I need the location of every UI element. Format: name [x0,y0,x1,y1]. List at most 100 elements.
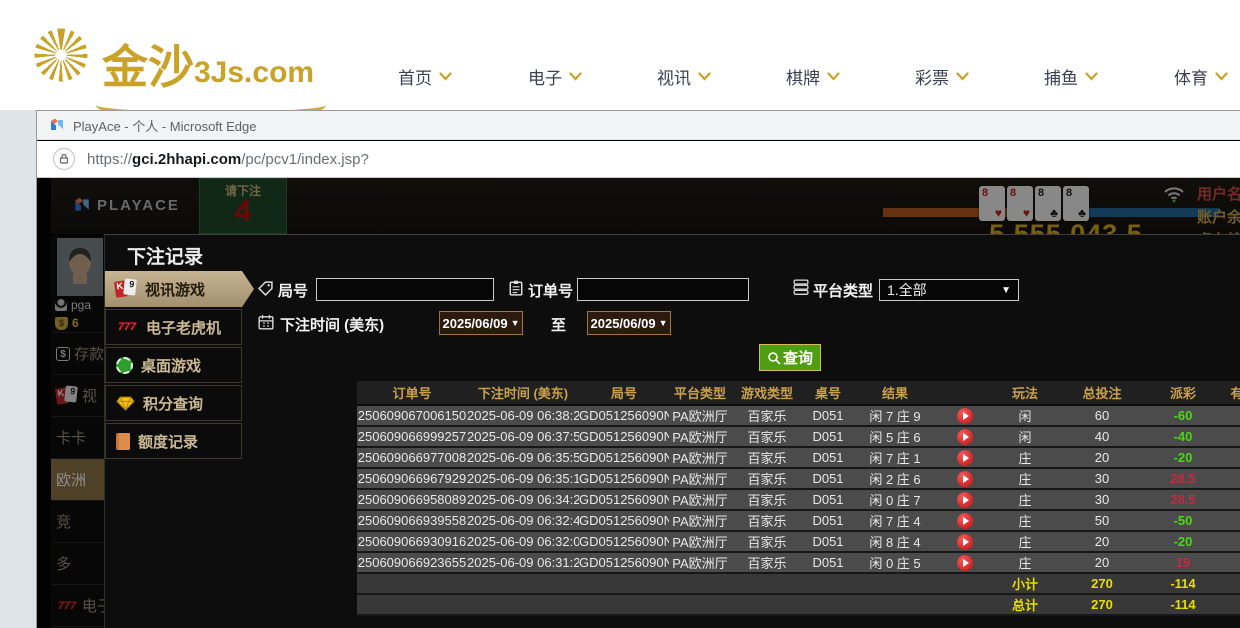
browser-urlbar[interactable]: https://gci.2hhapi.com/pc/pcv1/index.jsp… [37,141,1240,178]
cell-result: 闲 2 庄 6 [853,468,937,489]
col-header-2: 下注时间 (美东) [467,381,579,405]
chevron-down-icon [956,72,969,81]
date-to-button[interactable]: 2025/06/09▼ [587,311,671,335]
replay-play-icon[interactable] [957,471,973,487]
cell-replay [937,510,993,531]
nav-item-5[interactable]: 彩票 [915,64,969,89]
nav-item-label: 棋牌 [786,64,820,89]
nav-item-6[interactable]: 捕鱼 [1044,64,1098,89]
site-logo[interactable]: 金沙 3Js.com [28,22,314,88]
platform-selected-value: 1.全部 [887,280,927,300]
replay-play-icon[interactable] [957,555,973,571]
cell-replay [937,468,993,489]
browser-titlebar[interactable]: PlayAce - 个人 - Microsoft Edge [37,111,1240,140]
cell-order-id: 250609066958089 [357,489,467,510]
summary-row: 总计270-114266 [357,594,1240,615]
cell-play: 庄 [993,447,1057,468]
cell-total-bet: 20 [1057,552,1147,573]
cell-total-bet: 40 [1057,426,1147,447]
nav-item-7[interactable]: 体育 [1174,64,1228,89]
modal-menu-item[interactable]: K9视讯游戏 [105,271,254,307]
nav-item-1[interactable]: 首页 [398,64,452,89]
modal-menu-item[interactable]: 桌面游戏 [105,347,242,383]
cell-table-no: D051 [803,447,853,468]
tag-icon [258,281,273,296]
cell-game-type: 百家乐 [731,405,803,426]
cell-payout: 28.5 [1147,489,1219,510]
query-button[interactable]: 查询 [759,344,821,371]
cell-platform: PA欧洲厅 [669,510,731,531]
cell-play: 闲 [993,426,1057,447]
bet-records-table: 订单号下注时间 (美东)局号平台类型游戏类型桌号结果玩法总投注派彩有效投注额状态… [357,381,1240,616]
cell-valid-bet: 19 [1219,552,1240,573]
replay-play-icon[interactable] [957,408,973,424]
playace-favicon-icon [49,117,65,133]
cell-bet-time: 2025-06-09 06:35:56 [467,447,579,468]
nav-item-4[interactable]: 棋牌 [786,64,840,89]
cell-order-id: 250609066930916 [357,531,467,552]
cell-play: 闲 [993,405,1057,426]
summary-cell [937,594,993,615]
replay-play-icon[interactable] [957,513,973,529]
cell-valid-bet: 28.5 [1219,489,1240,510]
summary-cell: 266 [1219,573,1240,594]
logo-text-cn: 金沙 [102,47,194,88]
summary-row: 小计270-114266 [357,573,1240,594]
cell-bet-time: 2025-06-09 06:35:10 [467,468,579,489]
modal-menu-item[interactable]: 777电子老虎机 [105,309,242,345]
nav-item-label: 捕鱼 [1044,64,1078,89]
summary-cell: -114 [1147,594,1219,615]
nav-item-3[interactable]: 视讯 [657,64,711,89]
cell-valid-bet: 20 [1219,531,1240,552]
modal-menu-label: 视讯游戏 [145,279,205,300]
cell-order-id: 250609066977008 [357,447,467,468]
cell-replay [937,489,993,510]
cell-total-bet: 20 [1057,447,1147,468]
search-icon [767,351,781,365]
table-row: 2506090669770082025-06-09 06:35:56GD0512… [357,447,1240,468]
cell-play: 庄 [993,531,1057,552]
url-text[interactable]: https://gci.2hhapi.com/pc/pcv1/index.jsp… [87,151,369,168]
replay-play-icon[interactable] [957,492,973,508]
cell-bet-time: 2025-06-09 06:38:25 [467,405,579,426]
modal-menu-item[interactable]: 额度记录 [105,423,242,459]
cell-order-id: 250609066999257 [357,426,467,447]
cell-table-no: D051 [803,405,853,426]
modal-menu-item[interactable]: 积分查询 [105,385,242,421]
nav-item-label: 视讯 [657,64,691,89]
replay-play-icon[interactable] [957,429,973,445]
summary-cell [669,594,731,615]
cell-bet-time: 2025-06-09 06:32:43 [467,510,579,531]
round-input[interactable] [316,278,494,301]
replay-play-icon[interactable] [957,534,973,550]
bet-time-label: 下注时间 (美东) [280,314,384,335]
chevron-down-icon [1085,72,1098,81]
platform-select[interactable]: 1.全部▼ [879,279,1019,301]
site-header: 金沙 3Js.com 首页 电子 视讯 棋牌 彩票 捕鱼 体育 [0,0,1240,110]
replay-play-icon[interactable] [957,450,973,466]
summary-cell [669,573,731,594]
cell-result: 闲 7 庄 9 [853,405,937,426]
cell-table-no: D051 [803,531,853,552]
order-label: 订单号 [528,280,573,301]
calendar-icon [258,314,274,330]
cell-valid-bet: 50 [1219,510,1240,531]
cell-round-id: GD051256090NN [579,405,669,426]
cell-result: 闲 7 庄 4 [853,510,937,531]
cell-payout: -20 [1147,531,1219,552]
summary-cell [803,594,853,615]
chevron-down-icon [569,72,582,81]
summary-cell [937,573,993,594]
slot-777-icon: 777 [116,321,138,333]
lock-icon[interactable] [53,148,75,170]
dropdown-arrow-icon: ▼ [511,318,520,328]
cell-order-id: 250609066967929 [357,468,467,489]
cell-bet-time: 2025-06-09 06:34:20 [467,489,579,510]
nav-item-2[interactable]: 电子 [528,64,582,89]
date-to-value: 2025/06/09 [591,316,656,331]
order-input[interactable] [577,278,749,301]
diamond-icon [116,396,135,411]
chip-icon [116,357,133,374]
modal-menu-label: 桌面游戏 [141,355,201,376]
date-from-button[interactable]: 2025/06/09▼ [439,311,523,335]
